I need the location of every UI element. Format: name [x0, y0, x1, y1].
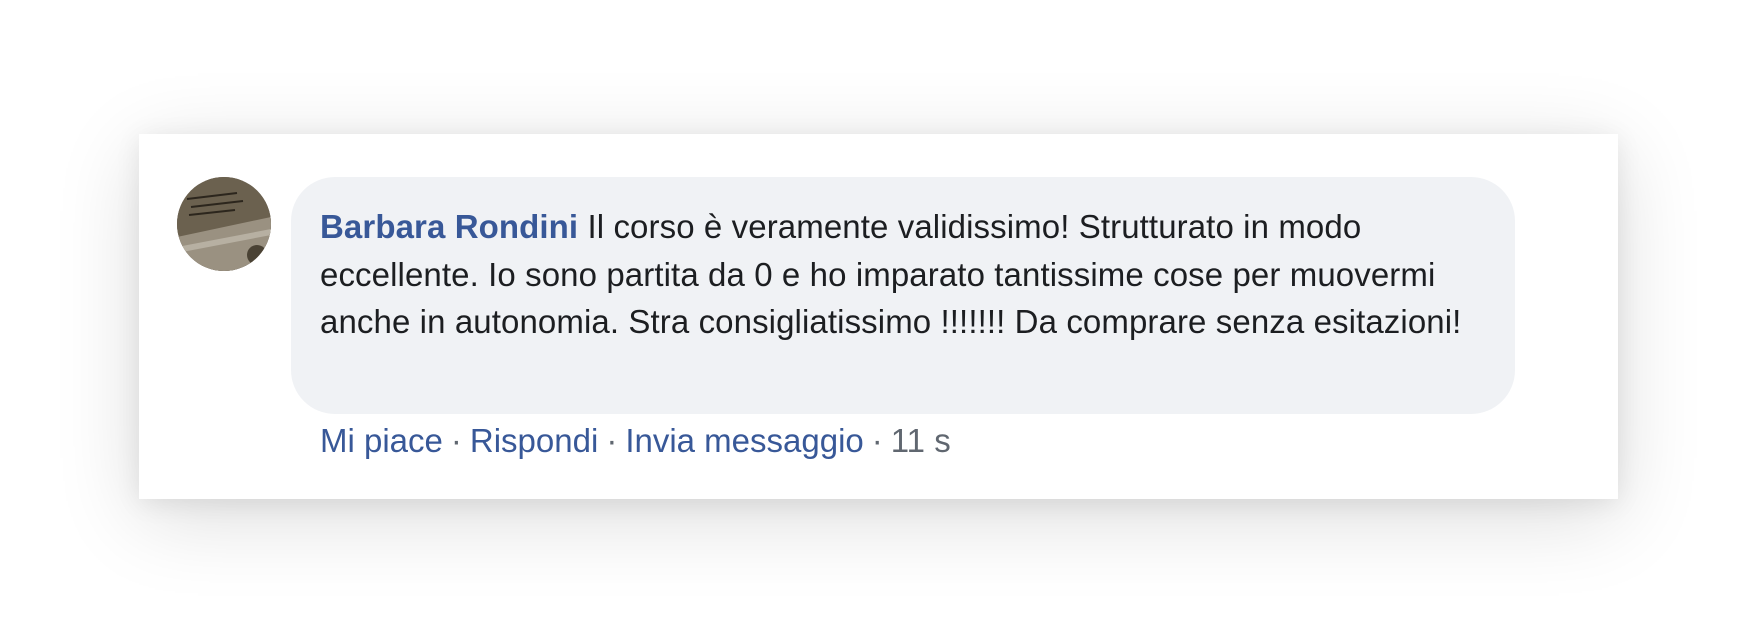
separator: ·	[606, 422, 618, 459]
timestamp[interactable]: 11 s	[891, 422, 951, 459]
page: Barbara Rondini Il corso è veramente val…	[0, 0, 1752, 638]
reply-link[interactable]: Rispondi	[470, 422, 598, 459]
comment-actions: Mi piace · Rispondi · Invia messaggio · 11 s	[320, 419, 951, 463]
separator: ·	[450, 422, 462, 459]
avatar[interactable]	[177, 177, 271, 271]
author-name[interactable]: Barbara Rondini	[320, 208, 578, 245]
comment-card: Barbara Rondini Il corso è veramente val…	[139, 134, 1618, 499]
like-link[interactable]: Mi piace	[320, 422, 443, 459]
avatar-photo	[177, 177, 271, 271]
comment-body: Barbara Rondini Il corso è veramente val…	[320, 203, 1485, 346]
separator: ·	[871, 422, 883, 459]
send-message-link[interactable]: Invia messaggio	[625, 422, 863, 459]
comment-bubble: Barbara Rondini Il corso è veramente val…	[291, 177, 1515, 414]
